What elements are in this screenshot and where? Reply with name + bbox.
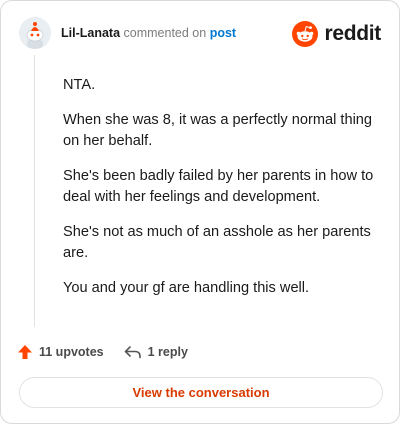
reddit-brand[interactable]: reddit [292, 19, 381, 49]
comment-paragraph: She's been badly failed by her parents i… [63, 168, 374, 205]
post-link[interactable]: post [210, 26, 236, 40]
comment-paragraph: She's not as much of an asshole as her p… [63, 224, 371, 261]
reply-count: 1 reply [147, 345, 188, 359]
comment-paragraph: You and your gf are handling this well. [63, 280, 310, 296]
comment-actions: 11 upvotes 1 reply [17, 341, 208, 363]
action-text: commented on [123, 26, 207, 40]
comment-meta: Lil-Lanata commented on post [61, 26, 236, 40]
username[interactable]: Lil-Lanata [61, 26, 120, 40]
comment-header: Lil-Lanata commented on post reddit [19, 17, 385, 51]
comment-paragraph: NTA. [63, 77, 96, 93]
reddit-logo-icon [292, 21, 319, 47]
comment-card: Lil-Lanata commented on post reddit NTA.… [0, 0, 400, 424]
upvote-count: 11 upvotes [39, 345, 104, 359]
upvote-button[interactable]: 11 upvotes [17, 344, 104, 360]
reply-icon [124, 346, 141, 359]
snoo-avatar-icon [19, 17, 51, 49]
thread-line [34, 55, 35, 327]
view-conversation-button[interactable]: View the conversation [19, 377, 383, 408]
upvote-arrow-icon [18, 345, 32, 359]
comment-body: NTA. When she was 8, it was a perfectly … [63, 75, 383, 313]
user-avatar[interactable] [19, 17, 51, 49]
comment-paragraph: When she was 8, it was a perfectly norma… [63, 112, 373, 149]
reddit-wordmark: reddit [324, 22, 381, 45]
reply-button[interactable]: 1 reply [124, 345, 188, 359]
